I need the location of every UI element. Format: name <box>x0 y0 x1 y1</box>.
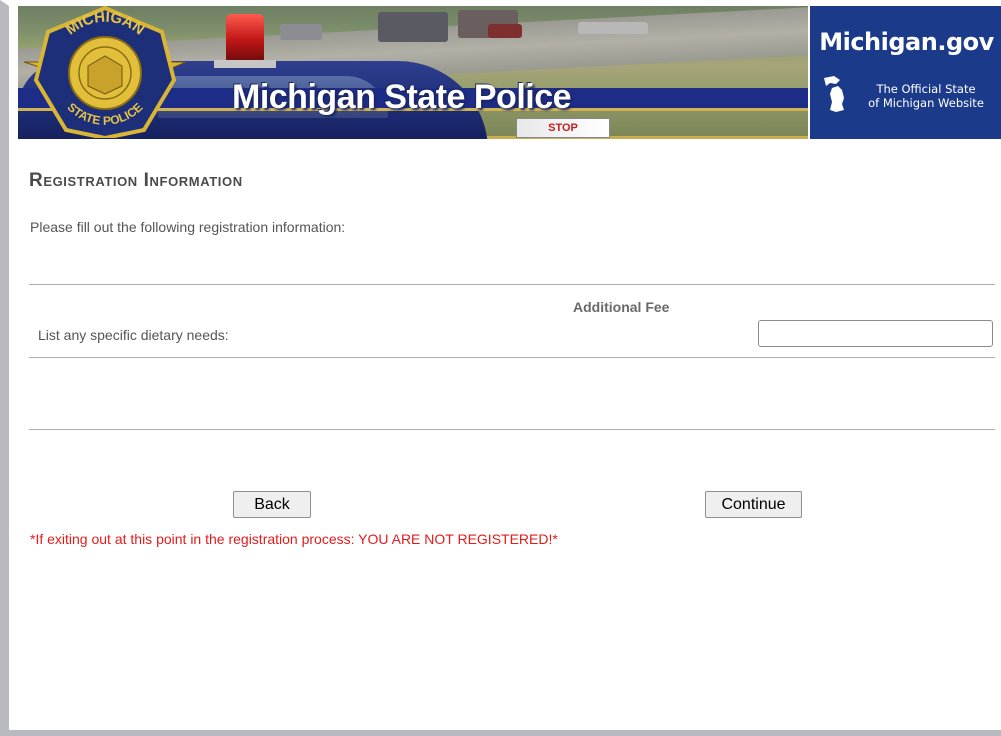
tagline-line-1: The Official State <box>876 82 976 96</box>
form-instructions: Please fill out the following registrati… <box>30 219 346 235</box>
site-title: Michigan State Police <box>232 78 572 116</box>
back-button[interactable]: Back <box>233 491 311 518</box>
additional-fee-header: Additional Fee <box>573 299 670 315</box>
divider <box>29 429 995 430</box>
continue-button[interactable]: Continue <box>705 491 802 518</box>
not-registered-warning: *If exiting out at this point in the reg… <box>30 531 558 547</box>
car-image <box>578 22 648 34</box>
truck-image <box>378 12 448 42</box>
michigan-map-icon <box>824 76 844 112</box>
site-banner: STOP MICHIGAN STATE POLICE Michigan Stat… <box>18 6 1001 139</box>
page-title: Registration Information <box>29 170 243 191</box>
car-image <box>488 24 522 38</box>
stop-sign: STOP <box>516 118 610 138</box>
police-light-image <box>226 14 264 62</box>
michigan-gov-link[interactable]: Michigan.gov The Official State of Michi… <box>810 6 1001 139</box>
msp-badge-logo: MICHIGAN STATE POLICE <box>24 6 186 138</box>
michigan-gov-tagline: The Official State of Michigan Website <box>852 82 1000 110</box>
police-light-base <box>214 60 276 68</box>
car-image <box>280 24 322 40</box>
tagline-line-2: of Michigan Website <box>868 96 984 110</box>
banner-photo: STOP MICHIGAN STATE POLICE Michigan Stat… <box>18 6 808 139</box>
divider <box>29 357 995 358</box>
dietary-needs-input[interactable] <box>758 320 993 347</box>
dietary-needs-label: List any specific dietary needs: <box>38 327 229 343</box>
divider <box>29 284 995 285</box>
michigan-gov-logo: Michigan.gov <box>819 28 994 56</box>
